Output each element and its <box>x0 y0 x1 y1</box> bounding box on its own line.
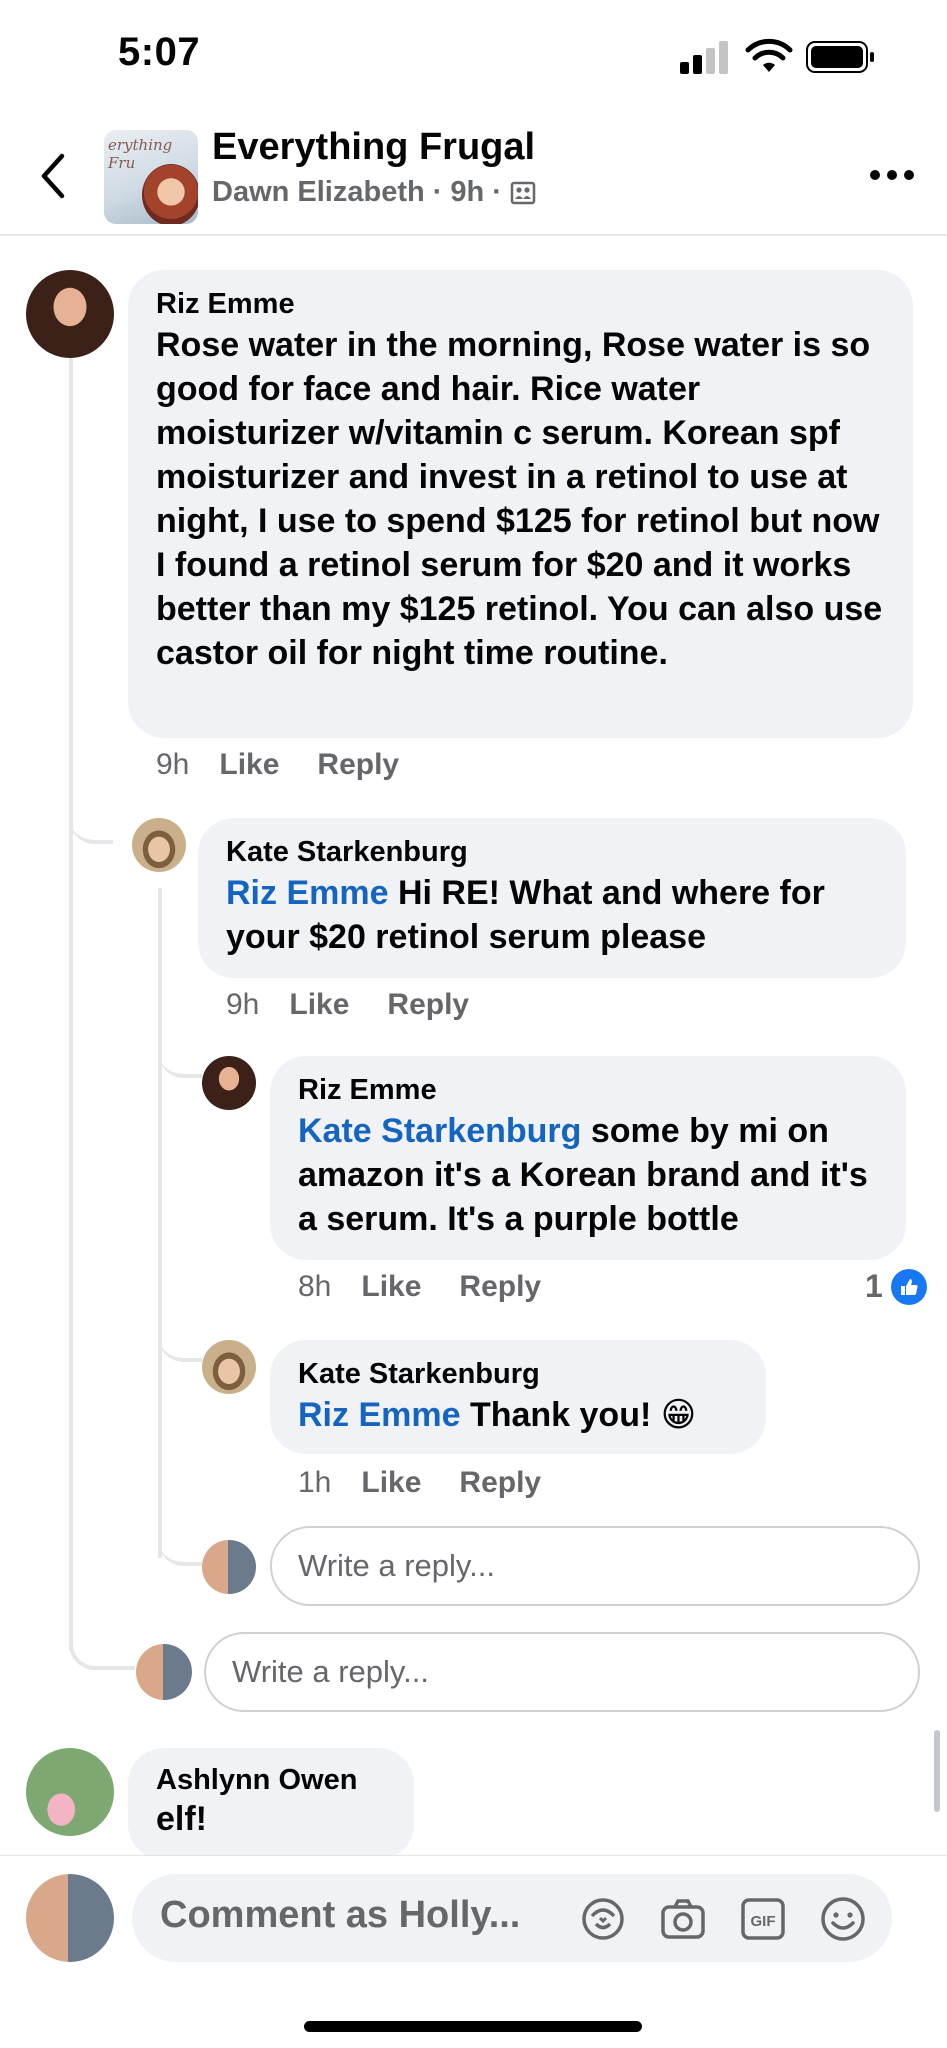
cellular-signal-icon <box>680 40 732 74</box>
avatar <box>136 1644 192 1700</box>
comment-input[interactable]: Comment as Holly... GIF <box>132 1874 892 1962</box>
comment-bubble: Kate Starkenburg Riz Emme Hi RE! What an… <box>198 818 906 978</box>
home-indicator <box>304 2021 642 2032</box>
wifi-icon <box>745 38 793 72</box>
avatar[interactable] <box>202 1340 256 1394</box>
comment-actions: 8h Like Reply <box>298 1270 541 1304</box>
comment-text: Riz Emme Thank you! 😁 <box>298 1393 740 1437</box>
comment-bubble: Riz Emme Kate Starkenburg some by mi on … <box>270 1056 906 1260</box>
like-button[interactable]: Like <box>219 748 279 782</box>
reply-placeholder: Write a reply... <box>298 1548 495 1583</box>
comment-author[interactable]: Riz Emme <box>156 288 887 321</box>
thread-curve-to-reply-outer <box>69 1620 135 1670</box>
comment-time: 1h <box>298 1466 332 1499</box>
comment-author[interactable]: Kate Starkenburg <box>298 1358 740 1391</box>
reply-button[interactable]: Reply <box>317 748 399 782</box>
group-title[interactable]: Everything Frugal <box>212 126 535 169</box>
camera-icon[interactable] <box>658 1894 708 1944</box>
group-avatar-photo <box>142 164 198 224</box>
post-subtitle: Dawn Elizabeth · 9h · <box>212 176 536 209</box>
comment-text: Kate Starkenburg some by mi on amazon it… <box>298 1109 884 1241</box>
reply-input[interactable]: Write a reply... <box>270 1526 920 1606</box>
comment-bubble: Kate Starkenburg Riz Emme Thank you! 😁 <box>270 1340 766 1454</box>
avatar <box>202 1540 256 1594</box>
reaction-count: 1 <box>865 1268 883 1304</box>
comment-body: Thank you! 😁 <box>469 1396 697 1434</box>
separator-dot: · <box>432 176 443 208</box>
thread-line-nested <box>158 888 162 1558</box>
comment-composer: Comment as Holly... GIF <box>0 1855 947 2048</box>
emoji-icon[interactable] <box>818 1894 868 1944</box>
group-privacy-icon <box>510 181 536 204</box>
reply-placeholder: Write a reply... <box>232 1654 429 1689</box>
comment-placeholder: Comment as Holly... <box>160 1894 521 1936</box>
like-button[interactable]: Like <box>289 988 349 1022</box>
comment-time: 9h <box>226 988 260 1021</box>
thread-curve-to-c4 <box>158 1316 202 1362</box>
more-options-icon[interactable] <box>868 168 916 182</box>
avatar-sticker-icon[interactable] <box>578 1894 628 1944</box>
group-avatar[interactable]: erything Fru <box>104 130 198 224</box>
mention-link[interactable]: Riz Emme <box>226 874 389 912</box>
comment-text: elf! <box>156 1800 207 1838</box>
separator-dot: · <box>492 176 502 208</box>
thread-curve-to-c2 <box>69 790 113 844</box>
like-button[interactable]: Like <box>361 1466 421 1500</box>
post-time: 9h <box>450 176 485 208</box>
mention-link[interactable]: Kate Starkenburg <box>298 1112 581 1150</box>
comment-author[interactable]: Riz Emme <box>298 1074 884 1107</box>
comment-bubble: Riz Emme Rose water in the morning, Rose… <box>128 270 913 738</box>
reaction-summary[interactable]: 1 <box>865 1268 927 1305</box>
comment-actions: 9h Like Reply <box>156 748 399 782</box>
thread-curve-to-reply-inner <box>158 1520 202 1566</box>
gif-icon[interactable]: GIF <box>738 1894 788 1944</box>
comment-actions: 1h Like Reply <box>298 1466 541 1500</box>
thread-line-main <box>69 358 73 1650</box>
post-author[interactable]: Dawn Elizabeth <box>212 176 425 209</box>
reply-button[interactable]: Reply <box>387 988 469 1022</box>
scrollbar[interactable] <box>934 1730 940 1812</box>
comment-author[interactable]: Kate Starkenburg <box>226 836 880 869</box>
comment-text: Riz Emme Hi RE! What and where for your … <box>226 871 880 959</box>
comment-bubble: Ashlynn Owen elf! <box>128 1748 414 1860</box>
comment-author[interactable]: Ashlynn Owen <box>156 1764 388 1797</box>
status-bar: 5:07 <box>0 0 947 118</box>
like-button[interactable]: Like <box>361 1270 421 1304</box>
comment-time: 8h <box>298 1270 332 1303</box>
post-header: erything Fru Everything Frugal Dawn Eliz… <box>0 118 947 236</box>
reply-button[interactable]: Reply <box>459 1466 541 1500</box>
thread-curve-to-c3 <box>158 1032 202 1078</box>
comment-time: 9h <box>156 748 190 781</box>
avatar[interactable] <box>132 818 186 872</box>
avatar[interactable] <box>202 1056 256 1110</box>
reply-input[interactable]: Write a reply... <box>204 1632 920 1712</box>
back-arrow-icon[interactable] <box>38 150 68 202</box>
reply-button[interactable]: Reply <box>459 1270 541 1304</box>
like-reaction-icon <box>890 1268 927 1305</box>
battery-icon <box>806 41 874 73</box>
avatar[interactable] <box>26 270 114 358</box>
mention-link[interactable]: Riz Emme <box>298 1396 461 1434</box>
comment-text: Rose water in the morning, Rose water is… <box>156 326 883 672</box>
svg-text:GIF: GIF <box>751 1913 776 1930</box>
avatar[interactable] <box>26 1748 114 1836</box>
comment-actions: 9h Like Reply <box>226 988 469 1022</box>
avatar <box>26 1874 114 1962</box>
status-time: 5:07 <box>118 30 201 74</box>
